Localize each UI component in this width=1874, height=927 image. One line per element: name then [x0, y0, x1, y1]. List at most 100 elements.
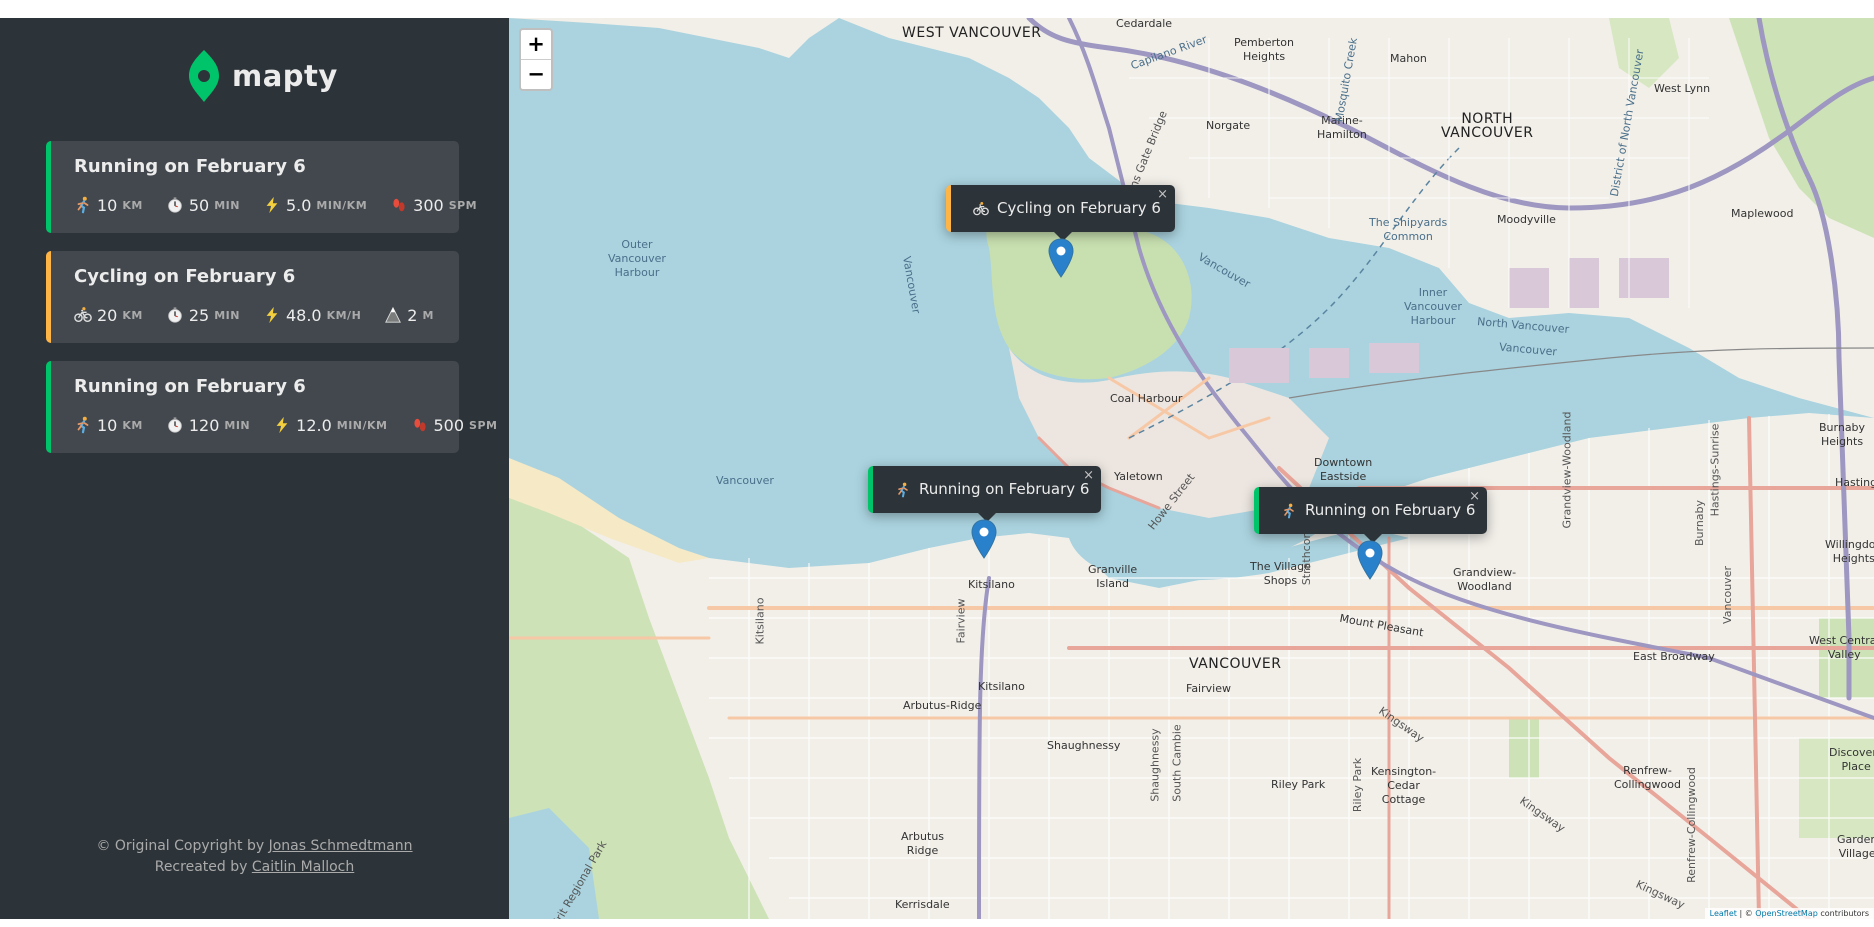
label-burnaby: Burnaby — [1693, 499, 1707, 547]
workout-detail: 10 KM — [73, 415, 143, 435]
app-name: mapty — [232, 59, 338, 93]
copyright-footer: © Original Copyright by Jonas Schmedtman… — [0, 836, 509, 878]
workout-unit: MIN/KM — [316, 198, 368, 212]
workout-value: 300 — [413, 195, 444, 215]
label-vancouver-bay: Vancouver — [716, 474, 774, 487]
zoom-in-button[interactable]: + — [521, 30, 551, 59]
workout-details: 10 KM 50 MIN 5.0 MIN/KM 300 SPM — [73, 195, 477, 215]
popup-text: Running on February 6 — [919, 480, 1090, 498]
lightning-icon — [262, 305, 282, 325]
label-east-broadway: East Broadway — [1633, 650, 1715, 663]
workout-value: 10 — [97, 415, 118, 435]
workout-unit: KM/H — [326, 308, 362, 322]
label-cedardale: Cedardale — [1116, 18, 1173, 30]
workout-card-cycling[interactable]: Cycling on February 6 20 KM 25 MIN 48.0 KM/… — [46, 251, 459, 343]
label-downtown-eastside: Downtown Eastside — [1314, 456, 1373, 483]
app-root: mapty Running on February 6 10 KM 50 MIN 5… — [0, 18, 1874, 919]
label-kitsilano-2: Kitsilano — [978, 680, 1025, 693]
workout-details: 10 KM 120 MIN 12.0 MIN/KM 500 SPM — [73, 415, 497, 435]
attribution-suffix: contributors — [1817, 909, 1869, 918]
workout-value: 48.0 — [285, 305, 322, 325]
workout-details: 20 KM 25 MIN 48.0 KM/H 2M — [73, 305, 434, 325]
workout-value: 12.0 — [296, 415, 332, 435]
label-renfrew-collingwood-st: Renfrew-Collingwood — [1684, 767, 1698, 883]
label-outer-harbour: Outer Vancouver Harbour — [608, 238, 666, 279]
workout-detail: 12.0 MIN/KM — [272, 415, 387, 435]
workout-popup-cycling[interactable]: Cycling on February 6 × — [946, 185, 1175, 241]
lightning-icon — [272, 415, 292, 435]
workout-unit: MIN — [214, 198, 240, 212]
sidebar: mapty Running on February 6 10 KM 50 MIN 5… — [0, 18, 509, 919]
workout-detail: 2M — [383, 305, 434, 325]
workout-detail: 50 MIN — [165, 195, 240, 215]
recreator-link[interactable]: Caitlin Malloch — [252, 859, 354, 875]
footprints-icon — [410, 415, 430, 435]
runner-icon — [73, 195, 93, 215]
label-vancouver-east: Vancouver — [1720, 566, 1734, 624]
openstreetmap-link[interactable]: OpenStreetMap — [1755, 909, 1818, 918]
workout-popup-running[interactable]: Running on February 6 × — [868, 466, 1101, 522]
label-south-cambie: South Cambie — [1170, 724, 1184, 802]
label-north-vancouver: NORTH VANCOUVER — [1441, 111, 1534, 141]
label-kitsilano-1: Kitsilano — [968, 578, 1015, 591]
workout-detail: 20 KM — [73, 305, 143, 325]
runner-icon — [895, 481, 911, 498]
map-attribution: Leaflet | © OpenStreetMap contributors — [1704, 908, 1874, 919]
workout-detail: 10 KM — [73, 195, 143, 215]
mountain-icon — [383, 305, 403, 325]
author-link[interactable]: Jonas Schmedtmann — [269, 838, 413, 854]
label-fairview-1: Fairview — [954, 598, 968, 644]
popup-content: Running on February 6 — [1281, 501, 1475, 519]
workout-unit: KM — [122, 418, 143, 432]
lightning-icon — [262, 195, 282, 215]
map-marker-icon[interactable] — [1048, 238, 1074, 278]
footer-copyright-text: © Original Copyright by — [96, 838, 269, 854]
popup-close-button[interactable]: × — [1157, 187, 1168, 202]
popup-close-button[interactable]: × — [1469, 489, 1480, 504]
popup-content: Running on February 6 — [895, 480, 1089, 498]
label-inner-harbour: Inner Vancouver Harbour — [1404, 286, 1462, 327]
workout-detail: 120 MIN — [165, 415, 250, 435]
footprints-icon — [389, 195, 409, 215]
workout-value: 120 — [188, 415, 220, 435]
workout-unit: SPM — [448, 198, 478, 212]
workout-value: 10 — [97, 195, 118, 215]
label-garden-village: Garden Village — [1837, 833, 1874, 860]
workout-card-running[interactable]: Running on February 6 10 KM 120 MIN 12.0 MI… — [46, 361, 497, 453]
workout-unit: SPM — [469, 418, 498, 432]
label-norgate: Norgate — [1206, 119, 1251, 132]
workout-unit: M — [422, 308, 434, 322]
popup-text: Running on February 6 — [1305, 501, 1476, 519]
label-riley-park-st: Riley Park — [1351, 757, 1365, 813]
footer-line-1: © Original Copyright by Jonas Schmedtman… — [0, 836, 509, 857]
label-vancouver-city: VANCOUVER — [1189, 656, 1282, 672]
popup-close-button[interactable]: × — [1083, 468, 1094, 483]
zoom-out-button[interactable]: − — [521, 59, 551, 89]
logo: mapty — [188, 48, 338, 104]
label-arbutus-ridge: Arbutus-Ridge — [903, 699, 982, 712]
label-grandview-woodland: Grandview- Woodland — [1453, 566, 1517, 593]
workout-popup-running[interactable]: Running on February 6 × — [1254, 487, 1487, 543]
map-marker-icon[interactable] — [1357, 540, 1383, 580]
label-pemberton-heights: Pemberton Heights — [1234, 36, 1295, 63]
label-willingdon-heights: Willingdon Heights — [1825, 538, 1874, 565]
label-west-lynn: West Lynn — [1654, 82, 1711, 95]
label-west-central-valley: West Central Valley — [1809, 634, 1874, 661]
workout-detail: 300 SPM — [389, 195, 477, 215]
label-hastings-sunrise: Hastings-Sunrise — [1708, 423, 1722, 517]
bicycle-icon — [73, 305, 93, 325]
label-maplewood: Maplewood — [1731, 207, 1794, 220]
workout-detail: 500 SPM — [410, 415, 498, 435]
map-marker-icon[interactable] — [971, 519, 997, 559]
workout-value: 20 — [97, 305, 118, 325]
workout-value: 50 — [188, 195, 210, 215]
label-renfrew: Renfrew- Collingwood — [1614, 764, 1681, 791]
label-shaughnessy-st: Shaughnessy — [1148, 728, 1162, 802]
leaflet-link[interactable]: Leaflet — [1710, 909, 1737, 918]
map[interactable]: WEST VANCOUVER Cedardale Pemberton Heigh… — [509, 18, 1874, 919]
stopwatch-icon — [165, 305, 185, 325]
zoom-control: + − — [519, 28, 553, 91]
popup-text: Cycling on February 6 — [997, 199, 1161, 217]
label-coal-harbour: Coal Harbour — [1110, 392, 1183, 405]
workout-card-running[interactable]: Running on February 6 10 KM 50 MIN 5.0 MIN/… — [46, 141, 477, 233]
